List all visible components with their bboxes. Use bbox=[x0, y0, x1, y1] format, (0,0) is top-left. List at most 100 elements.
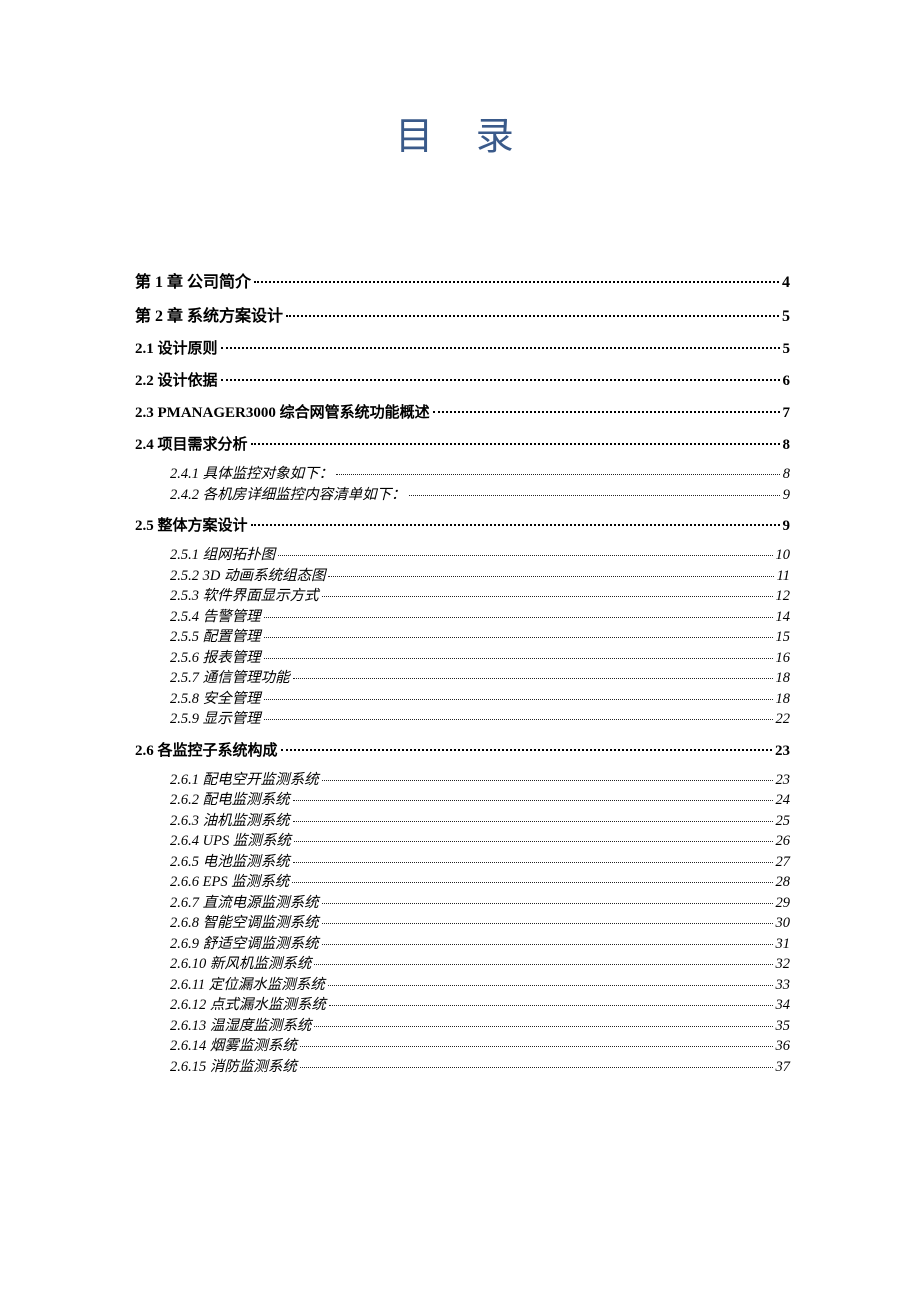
toc-page-number: 7 bbox=[783, 406, 791, 421]
toc-label: 第 1 章 公司简介 bbox=[135, 275, 251, 291]
toc-leader-dots bbox=[433, 411, 780, 413]
toc-entry[interactable]: 2.4 项目需求分析8 bbox=[135, 438, 790, 453]
toc-label: 2.6.8 智能空调监测系统 bbox=[170, 916, 319, 931]
toc-entry[interactable]: 2.5.8 安全管理 18 bbox=[170, 692, 790, 707]
toc-label: 第 2 章 系统方案设计 bbox=[135, 309, 283, 325]
toc-entry[interactable]: 2.6 各监控子系统构成 23 bbox=[135, 744, 790, 759]
toc-leader-dots bbox=[328, 576, 773, 577]
toc-label: 2.1 设计原则 bbox=[135, 342, 218, 357]
toc-label: 2.5.6 报表管理 bbox=[170, 651, 261, 666]
toc-leader-dots bbox=[409, 495, 780, 496]
toc-page-number: 9 bbox=[783, 488, 790, 503]
toc-page-number: 16 bbox=[776, 651, 791, 666]
toc-leader-dots bbox=[293, 862, 773, 863]
toc-entry[interactable]: 2.4.1 具体监控对象如下： 8 bbox=[170, 467, 790, 482]
toc-page-number: 23 bbox=[775, 744, 790, 759]
toc-label: 2.4 项目需求分析 bbox=[135, 438, 248, 453]
toc-entry[interactable]: 2.5.6 报表管理 16 bbox=[170, 651, 790, 666]
toc-entry[interactable]: 2.5 整体方案设计 9 bbox=[135, 519, 790, 534]
toc-page-number: 29 bbox=[776, 896, 791, 911]
toc-page-number: 8 bbox=[783, 467, 790, 482]
toc-leader-dots bbox=[251, 443, 780, 445]
toc-label: 2.6.9 舒适空调监测系统 bbox=[170, 937, 319, 952]
toc-entry[interactable]: 2.6.5 电池监测系统27 bbox=[170, 855, 790, 870]
toc-page-number: 5 bbox=[782, 309, 790, 325]
toc-entry[interactable]: 2.2 设计依据6 bbox=[135, 374, 790, 389]
toc-leader-dots bbox=[264, 637, 773, 638]
toc-label: 2.6.12 点式漏水监测系统 bbox=[170, 998, 326, 1013]
toc-leader-dots bbox=[264, 719, 773, 720]
toc-page-number: 25 bbox=[776, 814, 791, 829]
toc-label: 2.3 PMANAGER3000 综合网管系统功能概述 bbox=[135, 406, 430, 421]
toc-page-number: 18 bbox=[776, 671, 791, 686]
toc-leader-dots bbox=[286, 315, 779, 317]
toc-page-number: 18 bbox=[776, 692, 791, 707]
toc-label: 2.5.8 安全管理 bbox=[170, 692, 261, 707]
toc-page-number: 36 bbox=[776, 1039, 791, 1054]
toc-label: 2.6.10 新风机监测系统 bbox=[170, 957, 311, 972]
toc-entry[interactable]: 2.6.6 EPS 监测系统 28 bbox=[170, 875, 790, 890]
toc-leader-dots bbox=[254, 281, 779, 283]
toc-leader-dots bbox=[300, 1067, 773, 1068]
toc-entry[interactable]: 2.6.12 点式漏水监测系统34 bbox=[170, 998, 790, 1013]
toc-entry[interactable]: 2.6.14 烟雾监测系统36 bbox=[170, 1039, 790, 1054]
toc-page-number: 10 bbox=[776, 548, 791, 563]
toc-label: 2.6 各监控子系统构成 bbox=[135, 744, 278, 759]
toc-entry[interactable]: 2.5.5 配置管理15 bbox=[170, 630, 790, 645]
toc-leader-dots bbox=[314, 964, 772, 965]
toc-leader-dots bbox=[221, 379, 780, 381]
toc-entry[interactable]: 2.5.9 显示管理22 bbox=[170, 712, 790, 727]
toc-entry[interactable]: 2.1 设计原则5 bbox=[135, 342, 790, 357]
toc-leader-dots bbox=[329, 1005, 773, 1006]
toc-label: 2.5.1 组网拓扑图 bbox=[170, 548, 275, 563]
toc-page-number: 12 bbox=[776, 589, 791, 604]
toc-leader-dots bbox=[293, 821, 773, 822]
toc-container: 第 1 章 公司简介 4 第 2 章 系统方案设计 5 2.1 设计原则5 2.2 设计依… bbox=[135, 275, 790, 1074]
toc-page-number: 27 bbox=[776, 855, 791, 870]
toc-leader-dots bbox=[294, 841, 773, 842]
toc-label: 2.5.7 通信管理功能 bbox=[170, 671, 290, 686]
toc-entry[interactable]: 2.6.2 配电监测系统24 bbox=[170, 793, 790, 808]
toc-entry[interactable]: 2.6.1 配电空开监测系统23 bbox=[170, 773, 790, 788]
toc-page-number: 9 bbox=[783, 519, 791, 534]
toc-leader-dots bbox=[251, 524, 780, 526]
toc-label: 2.5.3 软件界面显示方式 bbox=[170, 589, 319, 604]
toc-page-number: 22 bbox=[776, 712, 791, 727]
toc-entry[interactable]: 第 2 章 系统方案设计 5 bbox=[135, 309, 790, 325]
toc-entry[interactable]: 2.5.2 3D 动画系统组态图11 bbox=[170, 569, 790, 584]
page-title: 目 录 bbox=[135, 105, 790, 160]
toc-entry[interactable]: 2.6.3 油机监测系统25 bbox=[170, 814, 790, 829]
toc-leader-dots bbox=[264, 617, 773, 618]
toc-leader-dots bbox=[336, 474, 780, 475]
toc-leader-dots bbox=[322, 596, 773, 597]
toc-page-number: 28 bbox=[776, 875, 791, 890]
toc-entry[interactable]: 2.6.8 智能空调监测系统30 bbox=[170, 916, 790, 931]
toc-entry[interactable]: 2.6.11 定位漏水监测系统33 bbox=[170, 978, 790, 993]
toc-entry[interactable]: 2.5.3 软件界面显示方式 12 bbox=[170, 589, 790, 604]
toc-entry[interactable]: 2.5.4 告警管理14 bbox=[170, 610, 790, 625]
toc-label: 2.5 整体方案设计 bbox=[135, 519, 248, 534]
toc-label: 2.4.1 具体监控对象如下： bbox=[170, 467, 333, 482]
toc-label: 2.4.2 各机房详细监控内容清单如下： bbox=[170, 488, 406, 503]
toc-page-number: 26 bbox=[776, 834, 791, 849]
toc-entry[interactable]: 2.3 PMANAGER3000 综合网管系统功能概述 7 bbox=[135, 406, 790, 421]
toc-entry[interactable]: 2.6.7 直流电源监测系统29 bbox=[170, 896, 790, 911]
toc-entry[interactable]: 2.4.2 各机房详细监控内容清单如下： 9 bbox=[170, 488, 790, 503]
toc-label: 2.6.6 EPS 监测系统 bbox=[170, 875, 289, 890]
toc-leader-dots bbox=[293, 678, 773, 679]
toc-entry[interactable]: 2.6.13 温湿度监测系统35 bbox=[170, 1019, 790, 1034]
toc-page-number: 4 bbox=[782, 275, 790, 291]
toc-entry[interactable]: 2.6.10 新风机监测系统32 bbox=[170, 957, 790, 972]
toc-entry[interactable]: 2.5.1 组网拓扑图 10 bbox=[170, 548, 790, 563]
toc-label: 2.5.2 3D 动画系统组态图 bbox=[170, 569, 325, 584]
toc-entry[interactable]: 第 1 章 公司简介 4 bbox=[135, 275, 790, 291]
toc-entry[interactable]: 2.5.7 通信管理功能 18 bbox=[170, 671, 790, 686]
toc-page-number: 6 bbox=[783, 374, 791, 389]
toc-label: 2.5.4 告警管理 bbox=[170, 610, 261, 625]
toc-page-number: 35 bbox=[776, 1019, 791, 1034]
toc-entry[interactable]: 2.6.4 UPS 监测系统26 bbox=[170, 834, 790, 849]
toc-entry[interactable]: 2.6.9 舒适空调监测系统 31 bbox=[170, 937, 790, 952]
toc-page-number: 31 bbox=[776, 937, 791, 952]
toc-leader-dots bbox=[300, 1046, 773, 1047]
toc-entry[interactable]: 2.6.15 消防监测系统37 bbox=[170, 1060, 790, 1075]
